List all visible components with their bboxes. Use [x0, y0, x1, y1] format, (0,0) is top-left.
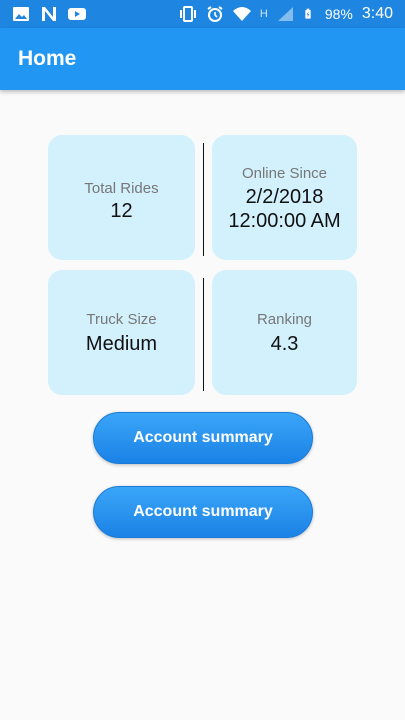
alarm-icon	[207, 6, 223, 22]
account-summary-button[interactable]: Account summary	[93, 412, 313, 464]
account-summary-button-secondary[interactable]: Account summary	[93, 486, 313, 538]
truck-size-value: Medium	[85, 333, 158, 355]
total-rides-card: Total Rides 12	[48, 135, 195, 260]
ranking-card: Ranking 4.3	[212, 270, 357, 395]
total-rides-value: 12	[110, 200, 133, 222]
n-notification-icon	[42, 7, 56, 21]
truck-size-label: Truck Size	[86, 311, 157, 328]
battery-icon	[305, 8, 311, 19]
column-divider-top	[203, 143, 204, 256]
total-rides-label: Total Rides	[84, 180, 159, 197]
battery-percent: 98%	[324, 6, 353, 22]
wifi-icon	[232, 7, 251, 21]
image-icon	[13, 7, 29, 21]
ranking-label: Ranking	[256, 311, 313, 328]
signal-icon	[277, 7, 293, 21]
ranking-value: 4.3	[270, 333, 299, 355]
status-bar: H 98% 3:40	[0, 0, 405, 28]
vibrate-icon	[179, 6, 196, 22]
online-since-date: 2/2/2018	[245, 186, 324, 208]
online-since-time: 12:00:00 AM	[228, 210, 341, 232]
online-since-label: Online Since	[241, 165, 328, 182]
column-divider-bottom	[203, 278, 204, 391]
app-bar: Home	[0, 28, 405, 90]
page-title: Home	[18, 47, 77, 70]
truck-size-card: Truck Size Medium	[48, 270, 195, 395]
online-since-card: Online Since 2/2/2018 12:00:00 AM	[212, 135, 357, 260]
network-type-label: H	[259, 8, 268, 20]
clock-time: 3:40	[361, 5, 393, 22]
youtube-icon	[68, 8, 86, 20]
